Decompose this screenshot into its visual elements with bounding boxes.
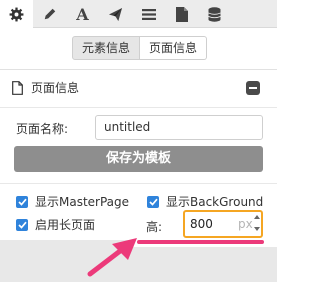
annotation-arrow-icon [87, 238, 137, 277]
